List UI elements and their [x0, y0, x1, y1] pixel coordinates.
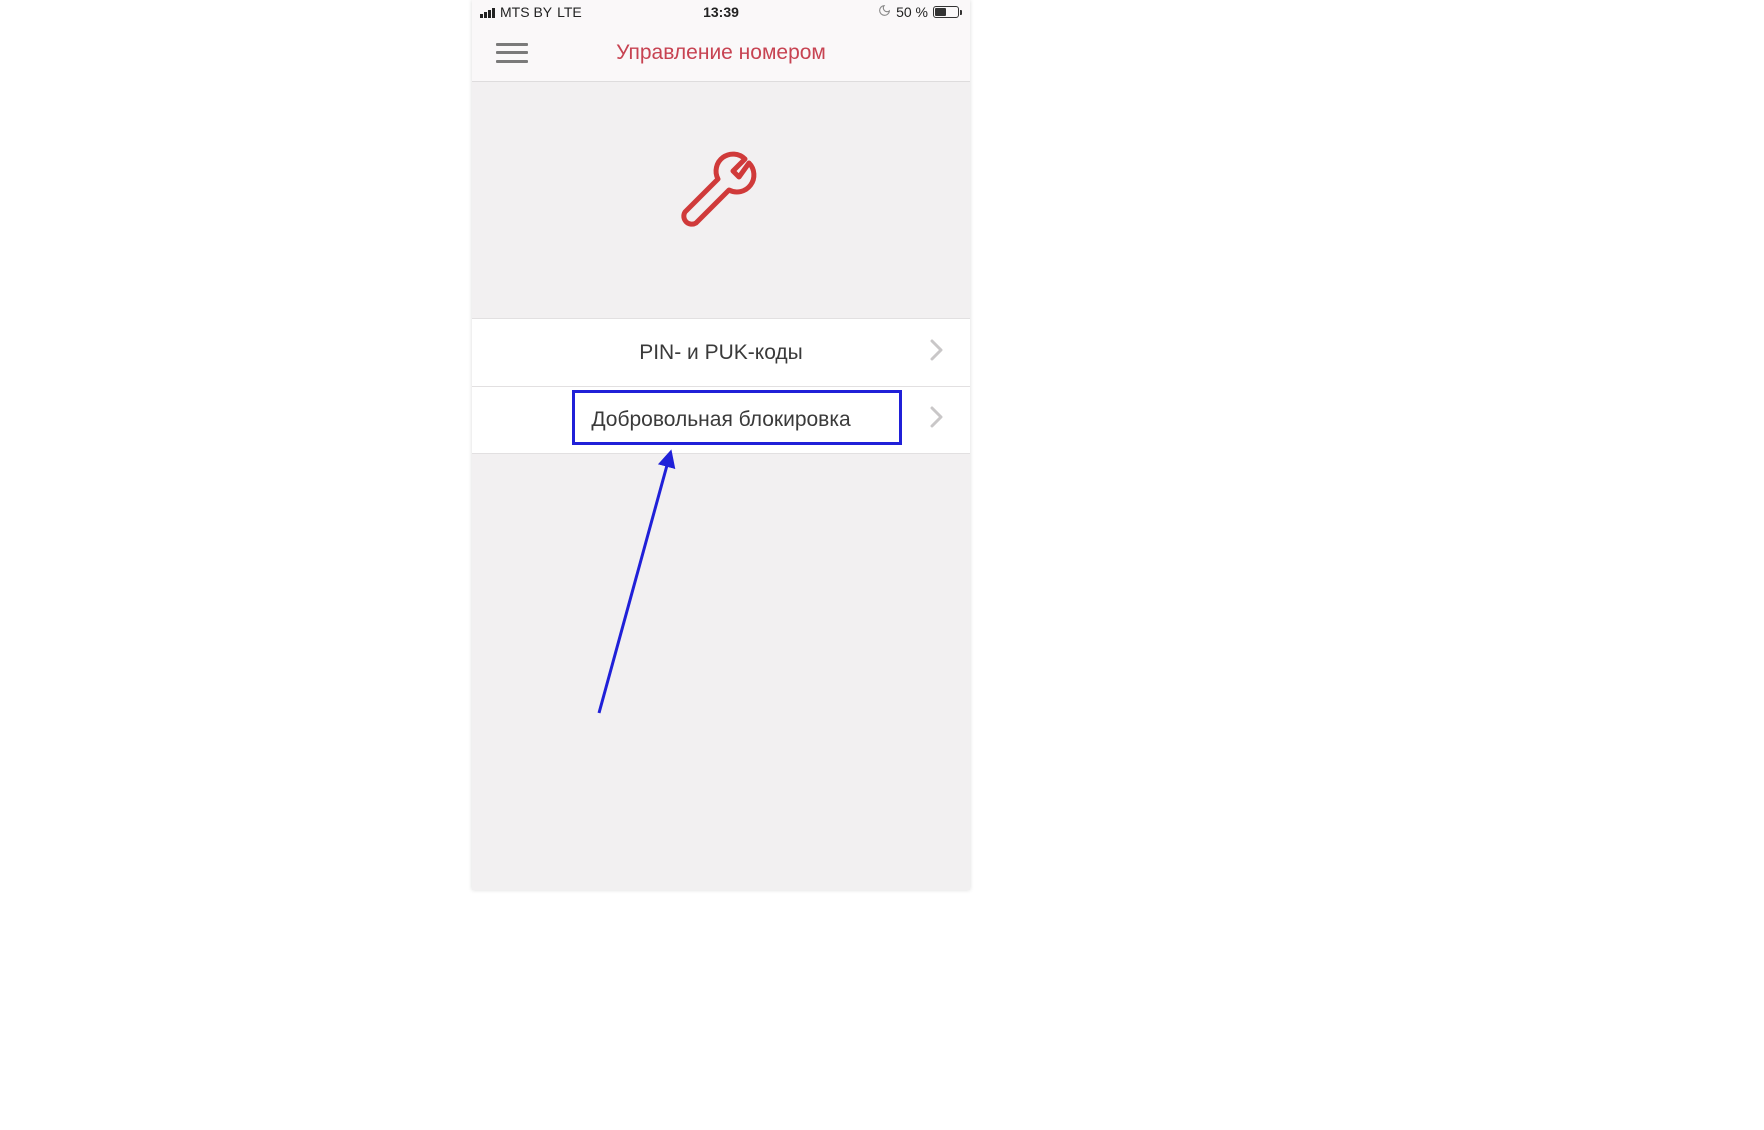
signal-icon: [480, 6, 495, 18]
status-left: MTS BY LTE: [480, 4, 582, 20]
menu-item-label: Добровольная блокировка: [591, 408, 850, 432]
do-not-disturb-icon: [878, 4, 891, 20]
status-right: 50 %: [878, 4, 962, 20]
menu-item-voluntary-block[interactable]: Добровольная блокировка: [472, 386, 970, 454]
battery-icon: [933, 6, 962, 18]
menu-item-label: PIN- и PUK-коды: [639, 341, 803, 365]
battery-percent: 50 %: [896, 4, 928, 20]
menu-icon[interactable]: [496, 43, 528, 63]
phone-frame: MTS BY LTE 13:39 50 % Управление номером: [472, 0, 970, 890]
chevron-right-icon: [930, 406, 944, 434]
nav-bar: Управление номером: [472, 24, 970, 82]
menu-list: PIN- и PUK-коды Добровольная блокировка: [472, 318, 970, 454]
wrench-icon: [671, 148, 771, 253]
carrier-label: MTS BY: [500, 4, 552, 20]
menu-item-pin-puk[interactable]: PIN- и PUK-коды: [472, 318, 970, 386]
network-label: LTE: [557, 4, 582, 20]
page-title: Управление номером: [616, 41, 826, 65]
hero-area: [472, 82, 970, 318]
chevron-right-icon: [930, 339, 944, 367]
status-time: 13:39: [703, 4, 739, 20]
status-bar: MTS BY LTE 13:39 50 %: [472, 0, 970, 24]
